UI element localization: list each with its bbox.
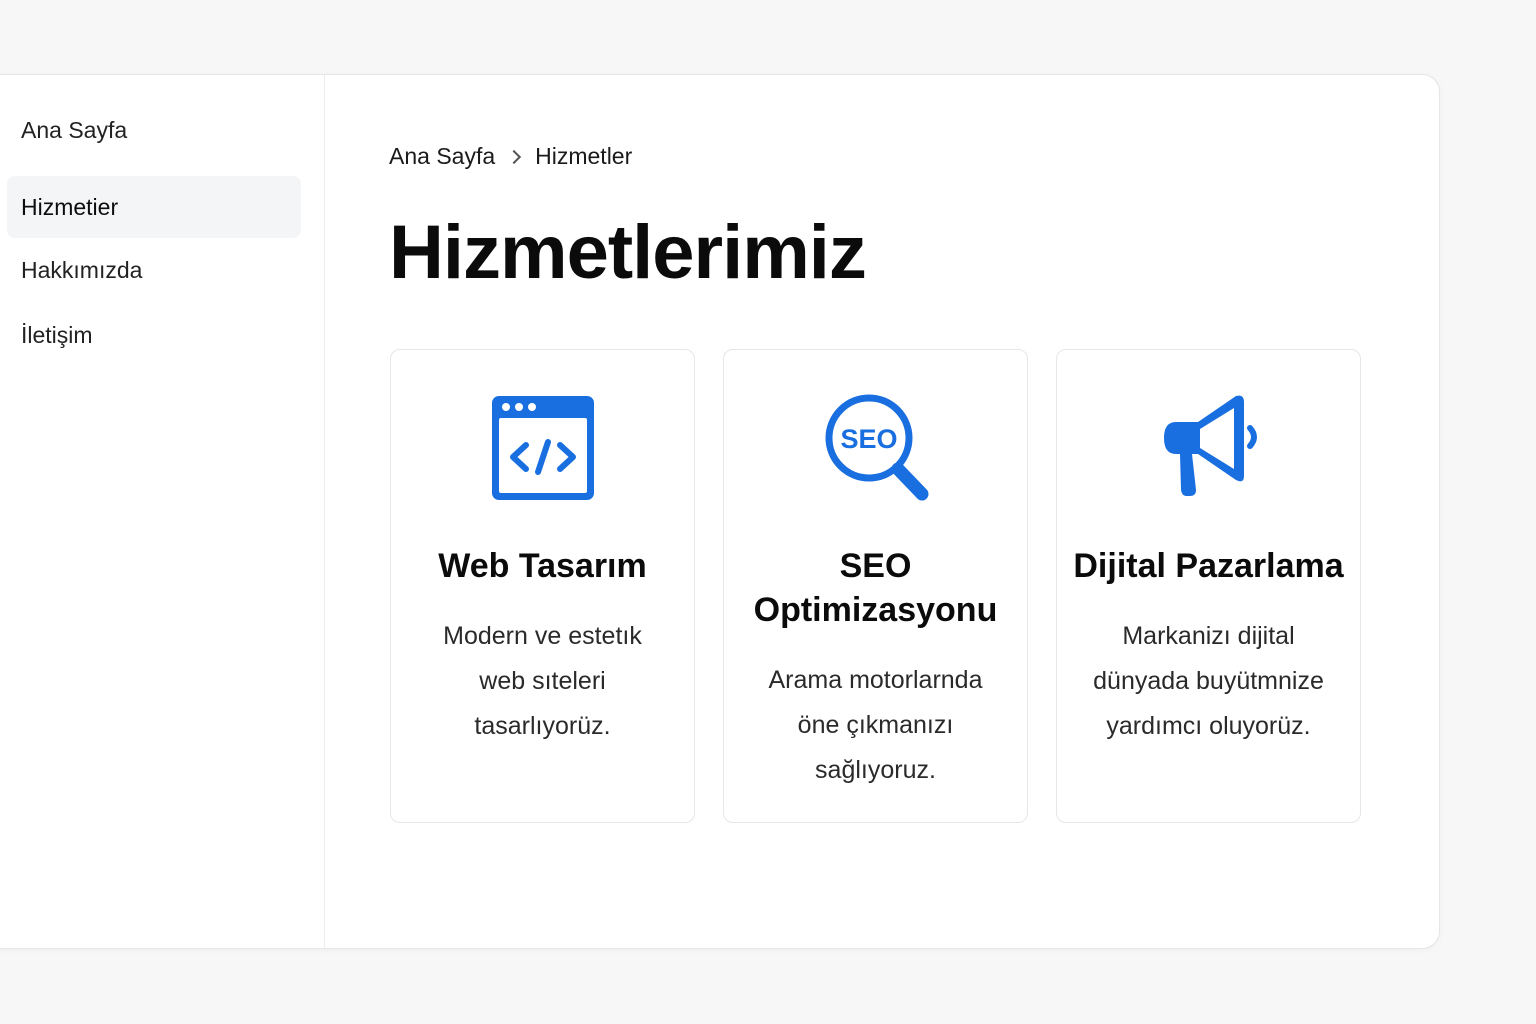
- main-content: Ana Sayfa Hizmetler Hizmetlerimiz Web Ta: [325, 75, 1439, 948]
- card-title: Web Tasarım: [438, 547, 647, 585]
- seo-magnifier-icon: SEO: [821, 392, 931, 504]
- card-description: Modern ve estetık web sıteleri tasarlıyo…: [443, 622, 642, 740]
- sidebar: Ana Sayfa Hizmetier Hakkımızda İletişim: [0, 75, 325, 948]
- sidebar-item-services[interactable]: Hizmetier: [7, 176, 301, 238]
- sidebar-item-contact[interactable]: İletişim: [7, 304, 301, 366]
- page-title: Hizmetlerimiz: [389, 210, 867, 295]
- card-title: Dijital Pazarlama: [1073, 547, 1344, 585]
- sidebar-item-label: İletişim: [21, 321, 93, 348]
- service-card-seo[interactable]: SEO SEO Optimizasyonu Arama motorlarnda …: [723, 349, 1028, 823]
- sidebar-item-home[interactable]: Ana Sayfa: [7, 99, 301, 161]
- megaphone-icon: [1154, 392, 1264, 504]
- service-card-digital-marketing[interactable]: Dijital Pazarlama Markanizı dijital düny…: [1056, 349, 1361, 823]
- sidebar-item-about[interactable]: Hakkımızda: [7, 239, 301, 301]
- card-description: Markanizı dijital dünyada buyütmnize yar…: [1093, 622, 1324, 740]
- app-window: Ana Sayfa Hizmetier Hakkımızda İletişim …: [0, 74, 1440, 949]
- sidebar-item-label: Ana Sayfa: [21, 116, 128, 143]
- service-card-web-design[interactable]: Web Tasarım Modern ve estetık web sıtele…: [390, 349, 695, 823]
- card-description: Arama motorlarnda öne çıkmanızı sağlıyor…: [768, 666, 983, 784]
- chevron-right-icon: [507, 149, 522, 164]
- seo-icon-text: SEO: [840, 424, 897, 454]
- breadcrumb: Ana Sayfa Hizmetler: [389, 143, 632, 170]
- code-window-icon: [488, 392, 598, 504]
- sidebar-item-label: Hizmetier: [21, 193, 119, 220]
- breadcrumb-current: Hizmetler: [535, 143, 633, 169]
- sidebar-item-label: Hakkımızda: [21, 256, 143, 283]
- card-title: SEO Optimizasyonu: [753, 547, 998, 629]
- breadcrumb-home-link[interactable]: Ana Sayfa: [389, 143, 495, 170]
